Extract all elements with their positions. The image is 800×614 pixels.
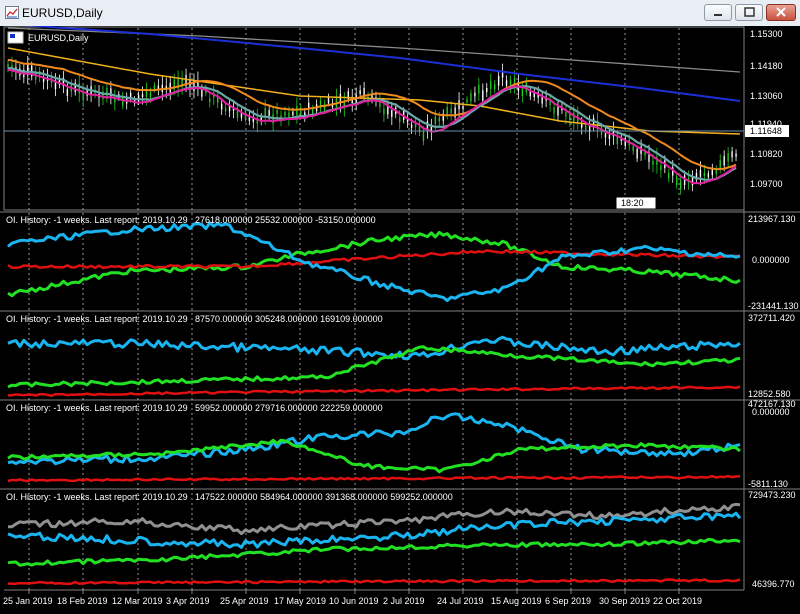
date-label: 12 Mar 2019 xyxy=(112,596,163,606)
chart-area[interactable]: EURUSD,Daily 1.15300 1.14180 1.13060 1.1… xyxy=(0,26,800,614)
panel-4-green-line xyxy=(7,537,741,567)
panel-2-tick: 372711.420 xyxy=(748,313,795,323)
maximize-button[interactable] xyxy=(735,4,763,21)
close-button[interactable] xyxy=(766,4,796,21)
price-tick: 1.10820 xyxy=(750,149,783,159)
chart-title-bar[interactable]: EURUSD,Daily xyxy=(0,0,800,27)
panel-1-green-line xyxy=(7,230,741,298)
panel-3-values: 59952.000000 279716.000000 222259.000000 xyxy=(195,403,383,413)
date-label: 17 May 2019 xyxy=(274,596,326,606)
ma-yellow-line xyxy=(7,47,741,135)
panel-2-red-line xyxy=(7,385,741,398)
panel-2-blue-line xyxy=(7,335,741,361)
ma-orange-line xyxy=(7,58,737,171)
chart-window-icon xyxy=(5,6,19,19)
moving-averages xyxy=(7,26,741,185)
panel-2-header: OI. History: -1 weeks. Last report: 2019… xyxy=(6,314,188,324)
date-label: 25 Jan 2019 xyxy=(3,596,53,606)
date-label: 22 Oct 2019 xyxy=(653,596,702,606)
panel-4-tick: 46396.770 xyxy=(752,579,795,589)
price-tick: 1.14180 xyxy=(750,61,783,71)
window-title: EURUSD,Daily xyxy=(22,6,103,20)
minimize-icon xyxy=(714,14,722,16)
panel-1-red-line xyxy=(7,249,741,270)
panel-1-tick: 0.000000 xyxy=(752,255,790,265)
symbol-text: EURUSD,Daily xyxy=(28,33,89,43)
candlesticks xyxy=(7,56,737,195)
symbol-label: EURUSD,Daily xyxy=(7,31,89,44)
price-tick: 1.09700 xyxy=(750,179,783,189)
date-label: 2 Jul 2019 xyxy=(383,596,425,606)
date-label: 30 Sep 2019 xyxy=(599,596,650,606)
panel-3-header: OI. History: -1 weeks. Last report: 2019… xyxy=(6,403,188,413)
panel-3-tick: -5811.130 xyxy=(748,479,788,489)
panel-2-tick: 12852.580 xyxy=(748,389,791,399)
current-price-label: 1.11648 xyxy=(750,126,782,136)
ma-gray-line xyxy=(7,27,741,73)
chart-canvas[interactable]: EURUSD,Daily 1.15300 1.14180 1.13060 1.1… xyxy=(0,26,800,614)
date-label: 15 Aug 2019 xyxy=(491,596,542,606)
panel-4-red-line xyxy=(7,578,741,586)
price-tick: 1.15300 xyxy=(750,29,783,39)
date-label: 3 Apr 2019 xyxy=(166,596,210,606)
vertical-grid xyxy=(28,28,680,590)
panel-2-values: 87570.000000 305248.000000 169109.000000 xyxy=(195,314,383,324)
panel-1-header: OI. History: -1 weeks. Last report: 2019… xyxy=(6,215,188,225)
panel-1-tick: 213967.130 xyxy=(748,214,796,224)
date-label: 24 Jul 2019 xyxy=(437,596,484,606)
panel-1-values: 27618.000000 25532.000000 -53150.000000 xyxy=(195,215,376,225)
panel-4-header: OI. History: -1 weeks. Last report: 2019… xyxy=(6,492,188,502)
date-label: 10 Jun 2019 xyxy=(329,596,379,606)
panel-4-tick: 729473.230 xyxy=(748,490,796,500)
close-icon xyxy=(776,7,786,17)
panel-3-tick: 0.000000 xyxy=(752,407,790,417)
date-label: 25 Apr 2019 xyxy=(220,596,269,606)
date-label: 18 Feb 2019 xyxy=(57,596,108,606)
panel-3-red-line xyxy=(7,474,741,483)
date-label: 6 Sep 2019 xyxy=(545,596,591,606)
maximize-icon xyxy=(744,7,755,17)
ma-blue-line xyxy=(22,26,741,102)
minimize-button[interactable] xyxy=(704,4,732,21)
countdown-label: 18:20 xyxy=(621,198,644,208)
panel-1-tick: -231441.130 xyxy=(748,301,799,311)
panel-3-green-line xyxy=(7,438,741,474)
terminal-window: EURUSD,Daily EURUSD,Daily 1.15300 1.1418… xyxy=(0,0,800,614)
symbol-flag-icon xyxy=(10,34,15,38)
panel-1-blue-line xyxy=(7,221,741,303)
panel-4-values: 147522.000000 584964.000000 391368.00000… xyxy=(195,492,453,502)
price-tick: 1.13060 xyxy=(750,91,783,101)
date-axis: 25 Jan 2019 18 Feb 2019 12 Mar 2019 3 Apr 2… xyxy=(3,590,702,606)
